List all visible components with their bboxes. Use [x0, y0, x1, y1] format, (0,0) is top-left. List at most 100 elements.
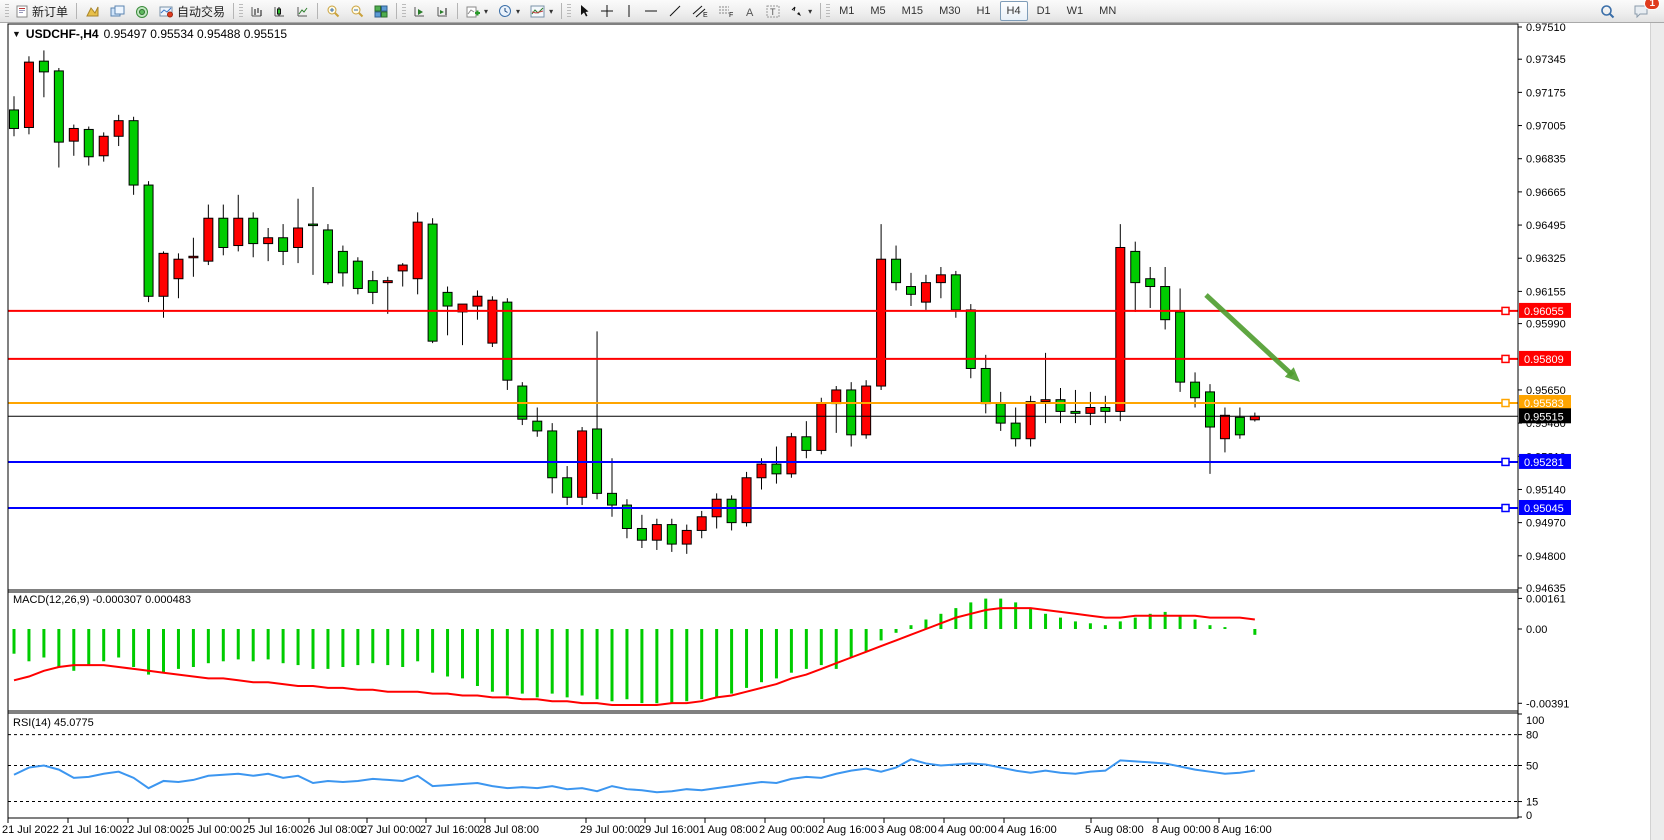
auto-scroll-button[interactable] — [408, 0, 431, 22]
candle-body — [757, 464, 766, 478]
timeframe-m5[interactable]: M5 — [863, 1, 892, 21]
rsi-axis-label: 80 — [1526, 730, 1538, 742]
horizontal-line-button[interactable] — [639, 0, 663, 22]
candle-body — [99, 136, 108, 156]
candle-body — [697, 517, 706, 531]
indicators-icon — [466, 5, 480, 18]
price-axis-label: 0.97175 — [1526, 87, 1566, 99]
autotrading-icon — [159, 5, 174, 18]
line-handle[interactable] — [1502, 504, 1509, 511]
line-handle[interactable] — [1502, 355, 1509, 362]
time-axis-label: 5 Aug 08:00 — [1085, 824, 1144, 836]
candle-body — [772, 464, 781, 474]
text-label-button[interactable]: T — [761, 0, 785, 22]
cursor-button[interactable] — [573, 0, 595, 22]
rsi-indicator-label: RSI(14) 45.0775 — [13, 717, 94, 729]
candle-body — [204, 218, 213, 261]
timeframe-m30[interactable]: M30 — [932, 1, 967, 21]
chart-shift-button[interactable] — [431, 0, 454, 22]
line-handle[interactable] — [1502, 400, 1509, 407]
line-chart-button[interactable] — [291, 0, 314, 22]
timeframe-h4[interactable]: H4 — [1000, 1, 1028, 21]
templates-button[interactable]: ▾ — [525, 0, 558, 22]
candle-body — [1250, 416, 1259, 420]
time-axis-label: 2 Aug 16:00 — [818, 824, 877, 836]
price-axis-label: 0.95140 — [1526, 484, 1566, 496]
bar-chart-button[interactable] — [245, 0, 268, 22]
macd-indicator-label: MACD(12,26,9) -0.000307 0.000483 — [13, 594, 191, 606]
trendline-button[interactable] — [663, 0, 687, 22]
macd-axis-label: 0.00161 — [1526, 593, 1566, 605]
candle-body — [39, 61, 48, 72]
timeframe-h1[interactable]: H1 — [969, 1, 997, 21]
indicators-button[interactable]: ▾ — [461, 0, 493, 22]
candle-body — [84, 129, 93, 156]
chart-shift-icon — [436, 5, 449, 18]
chart-dropdown-icon[interactable]: ▼ — [12, 29, 21, 39]
autotrading-label: 自动交易 — [177, 3, 225, 20]
candle-body — [847, 390, 856, 435]
tile-windows-button[interactable] — [369, 0, 393, 22]
equidistant-channel-button[interactable]: E — [687, 0, 713, 22]
svg-text:E: E — [703, 12, 708, 18]
line-handle[interactable] — [1502, 458, 1509, 465]
text-button[interactable]: A — [739, 0, 761, 22]
price-axis-label: 0.95990 — [1526, 319, 1566, 331]
candle-body — [996, 404, 1005, 424]
arrows-button[interactable]: ▾ — [785, 0, 817, 22]
timeframe-m1[interactable]: M1 — [832, 1, 861, 21]
candle-body — [578, 431, 587, 497]
vertical-line-button[interactable] — [619, 0, 639, 22]
candle-body — [563, 478, 572, 498]
chart-canvas[interactable]: 0.975100.973450.971750.970050.968350.966… — [0, 0, 1664, 840]
zoom-in-icon — [326, 4, 340, 18]
timeframe-w1[interactable]: W1 — [1060, 1, 1091, 21]
crosshair-button[interactable] — [595, 0, 619, 22]
price-axis-label: 0.96155 — [1526, 286, 1566, 298]
line-chart-icon — [296, 5, 309, 18]
candle-body — [652, 525, 661, 541]
candle-body — [787, 437, 796, 474]
candle-body — [1086, 408, 1095, 414]
candle-body — [174, 259, 183, 279]
timeframe-m15[interactable]: M15 — [895, 1, 930, 21]
new-order-button[interactable]: 新订单 — [11, 0, 73, 22]
windows-icon — [110, 5, 125, 18]
cursor-icon — [578, 4, 590, 18]
chevron-down-icon: ▾ — [549, 7, 553, 16]
candlestick-button[interactable] — [268, 0, 291, 22]
signals-button[interactable] — [130, 0, 154, 22]
template-icon — [530, 5, 545, 18]
symbol-timeframe: USDCHF-,H4 — [26, 27, 99, 41]
charts-profile-button[interactable] — [80, 0, 105, 22]
candle-body — [1131, 251, 1140, 282]
fibonacci-button[interactable]: F — [713, 0, 739, 22]
candle-body — [817, 404, 826, 451]
price-line-badge-label: 0.95583 — [1524, 398, 1564, 410]
chat-button[interactable]: 1 — [1628, 0, 1654, 22]
new-order-label: 新订单 — [32, 3, 68, 20]
candle-body — [234, 218, 243, 245]
search-button[interactable] — [1595, 0, 1620, 22]
time-axis-label: 4 Aug 16:00 — [998, 824, 1057, 836]
line-handle[interactable] — [1502, 307, 1509, 314]
autotrading-button[interactable]: 自动交易 — [154, 0, 230, 22]
bar-chart-icon — [250, 5, 263, 18]
time-axis-label: 26 Jul 08:00 — [303, 824, 363, 836]
tile-windows-icon — [374, 5, 388, 18]
zoom-out-button[interactable] — [345, 0, 369, 22]
timeframe-d1[interactable]: D1 — [1030, 1, 1058, 21]
candle-body — [249, 218, 258, 243]
candle-body — [114, 121, 123, 137]
candle-body — [1206, 392, 1215, 427]
periods-button[interactable]: ▾ — [493, 0, 525, 22]
zoom-in-button[interactable] — [321, 0, 345, 22]
candle-body — [667, 525, 676, 545]
candlestick-icon — [273, 5, 286, 18]
market-watch-button[interactable] — [105, 0, 130, 22]
timeframe-mn[interactable]: MN — [1092, 1, 1123, 21]
candle-body — [637, 528, 646, 540]
time-axis-label: 29 Jul 00:00 — [580, 824, 640, 836]
crosshair-icon — [600, 4, 614, 18]
candle-body — [742, 478, 751, 523]
